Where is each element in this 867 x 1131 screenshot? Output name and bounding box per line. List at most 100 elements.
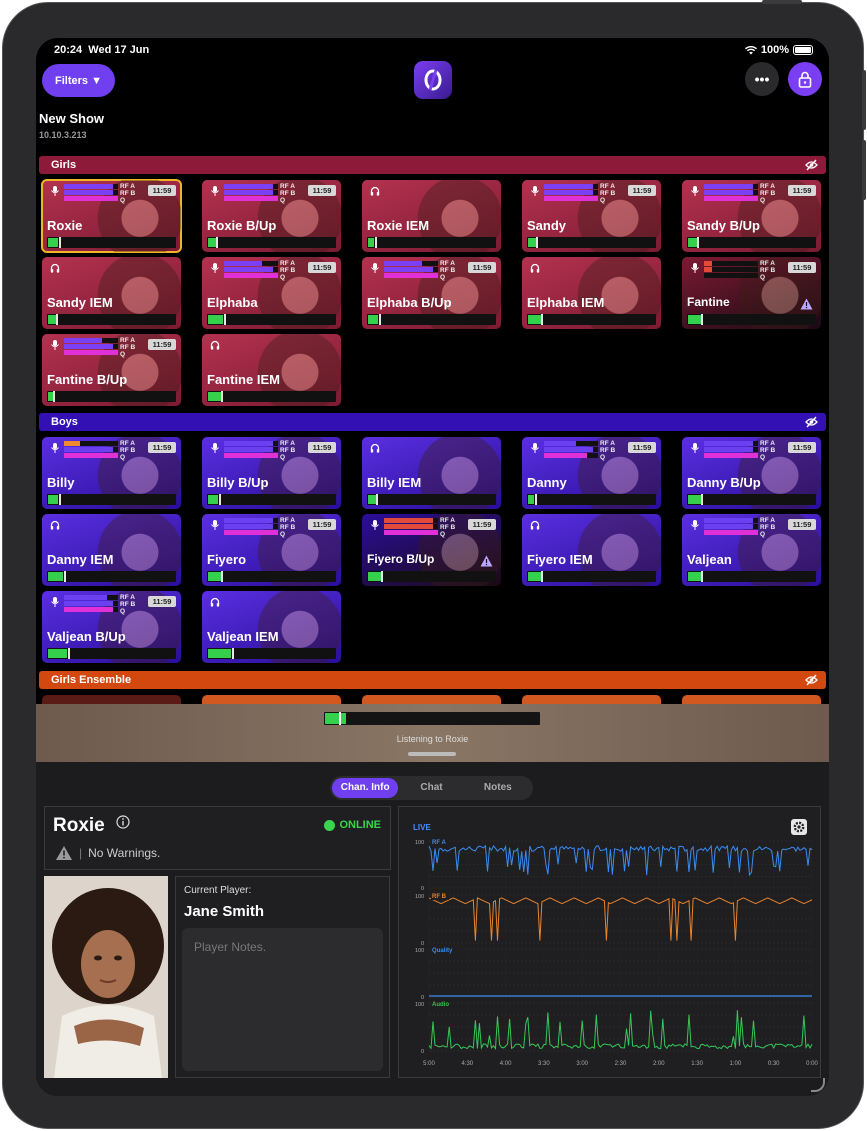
- channel-tile[interactable]: RF A RF B Q 11:59 Sandy: [522, 180, 661, 252]
- rf-meters: [224, 184, 278, 202]
- channel-detail-panel: Chan. Info Chat Notes Roxie ONLINE | No …: [36, 762, 829, 1096]
- player-notes-field[interactable]: Player Notes.: [182, 928, 383, 1071]
- channel-tile[interactable]: RF A RF B Q 11:59 Fantine B/Up: [42, 334, 181, 406]
- rf-a-meter: [544, 184, 598, 189]
- status-date: Wed 17 Jun: [88, 44, 150, 56]
- channel-tile[interactable]: Elphaba IEM: [522, 257, 661, 329]
- channel-tile[interactable]: Roxie IEM: [362, 180, 501, 252]
- rf-labels: RF A RF BQ: [120, 594, 135, 615]
- rf-label-rf_b: RF B: [280, 190, 296, 197]
- battery-percent: 100%: [760, 44, 789, 56]
- channel-name-label: Danny IEM: [47, 552, 114, 567]
- channel-name-label: Fiyero B/Up: [367, 552, 435, 566]
- hide-group-icon[interactable]: [805, 416, 818, 434]
- channel-tile[interactable]: RF A RF B Q 11:59 Sandy B/Up: [682, 180, 821, 252]
- channel-tile[interactable]: RF A RF B Q 11:59 Fiyero: [202, 514, 341, 586]
- graph-y-min-label: 0: [421, 995, 424, 1001]
- microphone-icon: [531, 186, 539, 196]
- channel-tile[interactable]: Danny IEM: [42, 514, 181, 586]
- channel-tile-partial[interactable]: [42, 695, 181, 704]
- channel-tile[interactable]: Valjean IEM: [202, 591, 341, 663]
- tab-notes[interactable]: Notes: [465, 778, 531, 798]
- channel-name-label: Sandy B/Up: [687, 218, 760, 233]
- graph-y-max-label: 100: [415, 894, 424, 900]
- info-icon[interactable]: [116, 815, 130, 829]
- quality-meter: [224, 196, 278, 201]
- rf-label-rf_b: RF B: [440, 267, 456, 274]
- channel-name-label: Roxie: [47, 218, 83, 233]
- channel-tile[interactable]: RF A RF B Q 11:59 Valjean B/Up: [42, 591, 181, 663]
- microphone-icon: [691, 186, 699, 196]
- rf-label-rf_a: RF A: [280, 440, 295, 447]
- rf-label-q: Q: [760, 274, 766, 281]
- graph-series-label: RF B: [432, 894, 447, 900]
- channel-tile[interactable]: RF A RF B Q 11:59 Elphaba B/Up: [362, 257, 501, 329]
- lock-icon: [798, 71, 812, 88]
- channel-tile[interactable]: RF A RF B Q 11:59 Fiyero B/Up: [362, 514, 501, 586]
- graph-x-tick-label: 4:00: [500, 1061, 512, 1067]
- channel-tile-partial[interactable]: [202, 695, 341, 704]
- group-header-1[interactable]: Boys: [39, 413, 826, 431]
- channel-tile[interactable]: Billy IEM: [362, 437, 501, 509]
- quality-meter: [64, 453, 118, 458]
- battery-time-badge: 11:59: [148, 185, 176, 196]
- channel-tile-partial[interactable]: [522, 695, 661, 704]
- audio-level-meter: [47, 571, 176, 582]
- rf-label-rf_a: RF A: [600, 183, 615, 190]
- channel-tile[interactable]: RF A RF B Q 11:59 Danny B/Up: [682, 437, 821, 509]
- graph-settings-button[interactable]: [791, 819, 807, 835]
- now-playing-strip[interactable]: Listening to Roxie: [36, 704, 829, 762]
- more-options-button[interactable]: •••: [745, 62, 779, 96]
- audio-level-meter: [47, 314, 176, 325]
- rf-label-rf_b: RF B: [120, 447, 136, 454]
- microphone-icon: [211, 520, 219, 530]
- audio-level-meter: [207, 237, 336, 248]
- rf-label-rf_b: RF B: [600, 190, 616, 197]
- quality-meter: [224, 453, 278, 458]
- headphones-icon: [370, 443, 380, 453]
- rf-b-meter: [544, 190, 598, 195]
- hide-group-icon[interactable]: [805, 159, 818, 177]
- channel-tile[interactable]: RF A RF B Q 11:59 Fantine: [682, 257, 821, 329]
- channel-tile[interactable]: RF A RF B Q 11:59 Roxie: [41, 179, 182, 253]
- channel-tile[interactable]: RF A RF B Q 11:59 Billy B/Up: [202, 437, 341, 509]
- channel-tile-partial[interactable]: [682, 695, 821, 704]
- rf-meters: [224, 261, 278, 279]
- audio-level-meter: [207, 648, 336, 659]
- channel-tile[interactable]: RF A RF B Q 11:59 Billy: [42, 437, 181, 509]
- listening-label: Listening to Roxie: [396, 734, 469, 744]
- rf-labels: RF A RF BQ: [280, 183, 295, 204]
- channel-tile[interactable]: RF A RF B Q 11:59 Valjean: [682, 514, 821, 586]
- rf-a-meter: [64, 595, 118, 600]
- rf-labels: RF A RF BQ: [120, 337, 135, 358]
- channel-tile[interactable]: Fiyero IEM: [522, 514, 661, 586]
- channel-tile[interactable]: RF A RF B Q 11:59 Elphaba: [202, 257, 341, 329]
- hide-group-icon[interactable]: [805, 674, 818, 692]
- channel-tile-partial[interactable]: [362, 695, 501, 704]
- channel-name-label: Fantine: [687, 295, 730, 309]
- channel-tile[interactable]: Fantine IEM: [202, 334, 341, 406]
- sheet-grab-handle[interactable]: [408, 752, 456, 756]
- rf-a-meter: [64, 441, 118, 446]
- group-header-2[interactable]: Girls Ensemble: [39, 671, 826, 689]
- battery-time-badge: 11:59: [628, 442, 656, 453]
- rf-label-q: Q: [280, 197, 286, 204]
- group-header-0[interactable]: Girls: [39, 156, 826, 174]
- current-player-name: Jane Smith: [184, 903, 265, 920]
- audio-level-meter: [47, 494, 176, 505]
- lock-button[interactable]: [788, 62, 822, 96]
- rf-label-rf_a: RF A: [280, 260, 295, 267]
- channel-tile[interactable]: Sandy IEM: [42, 257, 181, 329]
- warning-icon: [480, 554, 493, 572]
- channel-tile[interactable]: RF A RF B Q 11:59 Danny: [522, 437, 661, 509]
- rf-label-rf_b: RF B: [120, 344, 136, 351]
- channel-tile[interactable]: RF A RF B Q 11:59 Roxie B/Up: [202, 180, 341, 252]
- filters-button[interactable]: Filters ▼: [42, 64, 115, 97]
- graph-x-tick-label: 3:00: [576, 1061, 588, 1067]
- rf-labels: RF A RF BQ: [440, 260, 455, 281]
- microphone-icon: [51, 443, 59, 453]
- tab-chat[interactable]: Chat: [398, 778, 464, 798]
- microphone-icon: [51, 340, 59, 350]
- tab-chan-info[interactable]: Chan. Info: [332, 778, 399, 798]
- rf-b-meter: [64, 601, 118, 606]
